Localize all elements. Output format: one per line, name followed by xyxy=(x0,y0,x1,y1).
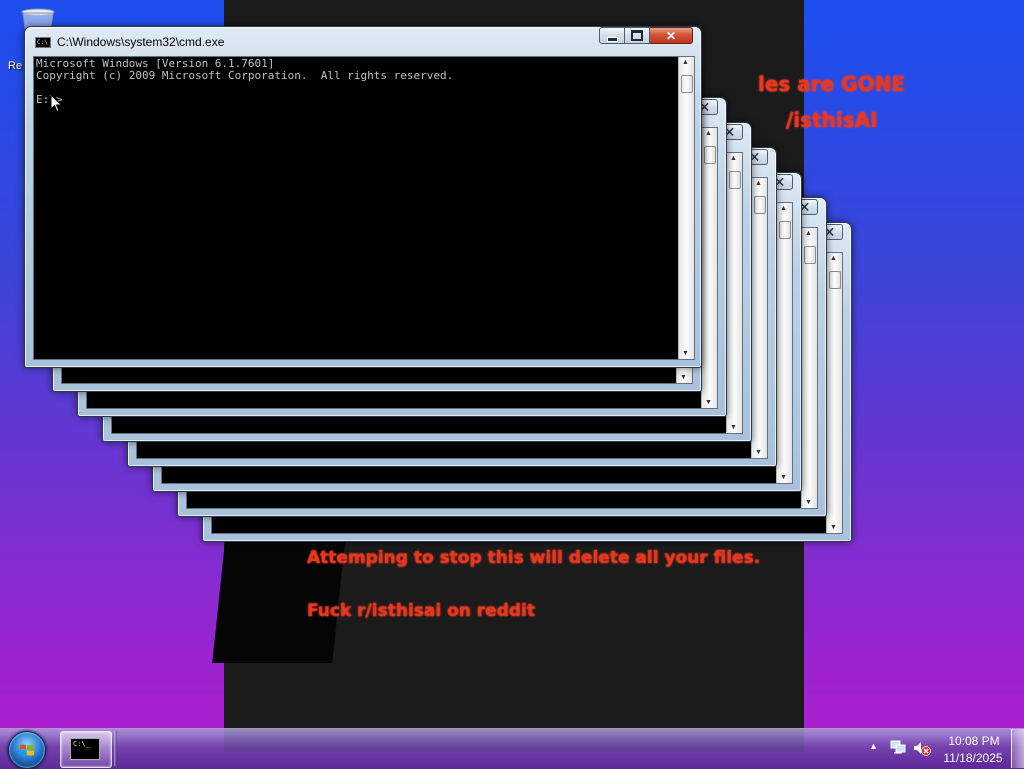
scroll-up-icon[interactable]: ▲ xyxy=(805,230,812,237)
warning-text: /isthisAI xyxy=(786,108,878,132)
console-text[interactable]: Microsoft Windows [Version 6.1.7601] Cop… xyxy=(34,57,694,107)
scroll-thumb[interactable] xyxy=(681,75,693,93)
scroll-down-icon[interactable]: ▼ xyxy=(682,350,689,357)
show-desktop-button[interactable] xyxy=(1011,729,1024,768)
scroll-thumb[interactable] xyxy=(829,271,841,289)
clock-time[interactable]: 10:08 PM xyxy=(946,734,1002,748)
taskbar-cmd-button[interactable]: C:\_ xyxy=(60,731,112,768)
vertical-scrollbar[interactable]: ▲▼ xyxy=(801,228,817,508)
vertical-scrollbar[interactable]: ▲▼ xyxy=(726,153,742,433)
scroll-up-icon[interactable]: ▲ xyxy=(780,205,787,212)
cmd-window[interactable]: C:\ C:\Windows\system32\cmd.exe ✕ Micros… xyxy=(24,26,702,368)
windows-logo-icon xyxy=(20,744,34,756)
scroll-down-icon[interactable]: ▼ xyxy=(730,424,737,431)
scroll-thumb[interactable] xyxy=(729,171,741,189)
warning-text: les are GONE xyxy=(758,72,905,96)
scroll-down-icon[interactable]: ▼ xyxy=(680,374,687,381)
warning-text: Fuck r/isthisai on reddit xyxy=(307,601,536,621)
close-icon: ✕ xyxy=(665,28,677,43)
scroll-down-icon[interactable]: ▼ xyxy=(755,449,762,456)
window-title: C:\Windows\system32\cmd.exe xyxy=(57,35,225,49)
scroll-thumb[interactable] xyxy=(704,146,716,164)
network-icon[interactable] xyxy=(890,740,906,754)
clock-date[interactable]: 11/18/2025 xyxy=(940,751,1006,765)
start-button[interactable] xyxy=(8,731,46,769)
cmd-icon: C:\_ xyxy=(70,738,100,760)
vertical-scrollbar[interactable]: ▲▼ xyxy=(826,253,842,533)
vertical-scrollbar[interactable]: ▲▼ xyxy=(776,203,792,483)
vertical-scrollbar[interactable]: ▲▼ xyxy=(751,178,767,458)
close-button[interactable]: ✕ xyxy=(650,27,693,44)
scroll-up-icon[interactable]: ▲ xyxy=(730,155,737,162)
minimize-icon xyxy=(606,36,618,42)
minimize-button[interactable] xyxy=(599,27,625,44)
scroll-down-icon[interactable]: ▼ xyxy=(705,399,712,406)
scroll-up-icon[interactable]: ▲ xyxy=(755,180,762,187)
scroll-thumb[interactable] xyxy=(779,221,791,239)
scroll-down-icon[interactable]: ▼ xyxy=(830,524,837,531)
maximize-button[interactable] xyxy=(625,27,650,44)
console-area[interactable]: Microsoft Windows [Version 6.1.7601] Cop… xyxy=(33,56,695,360)
scroll-thumb[interactable] xyxy=(754,196,766,214)
taskbar-separator xyxy=(114,731,117,766)
maximize-icon xyxy=(631,30,643,41)
volume-muted-icon[interactable] xyxy=(913,740,931,756)
vertical-scrollbar[interactable]: ▲▼ xyxy=(701,128,717,408)
scroll-down-icon[interactable]: ▼ xyxy=(805,499,812,506)
recycle-bin-label[interactable]: Re xyxy=(8,60,22,72)
scroll-down-icon[interactable]: ▼ xyxy=(780,474,787,481)
scroll-up-icon[interactable]: ▲ xyxy=(830,255,837,262)
scroll-up-icon[interactable]: ▲ xyxy=(682,59,689,66)
scroll-up-icon[interactable]: ▲ xyxy=(705,130,712,137)
cmd-icon: C:\ xyxy=(35,37,51,48)
show-hidden-icons-button[interactable]: ▲ xyxy=(869,741,878,751)
vertical-scrollbar[interactable]: ▲ ▼ xyxy=(678,57,694,359)
scroll-thumb[interactable] xyxy=(804,246,816,264)
warning-text: Attemping to stop this will delete all y… xyxy=(307,548,761,568)
